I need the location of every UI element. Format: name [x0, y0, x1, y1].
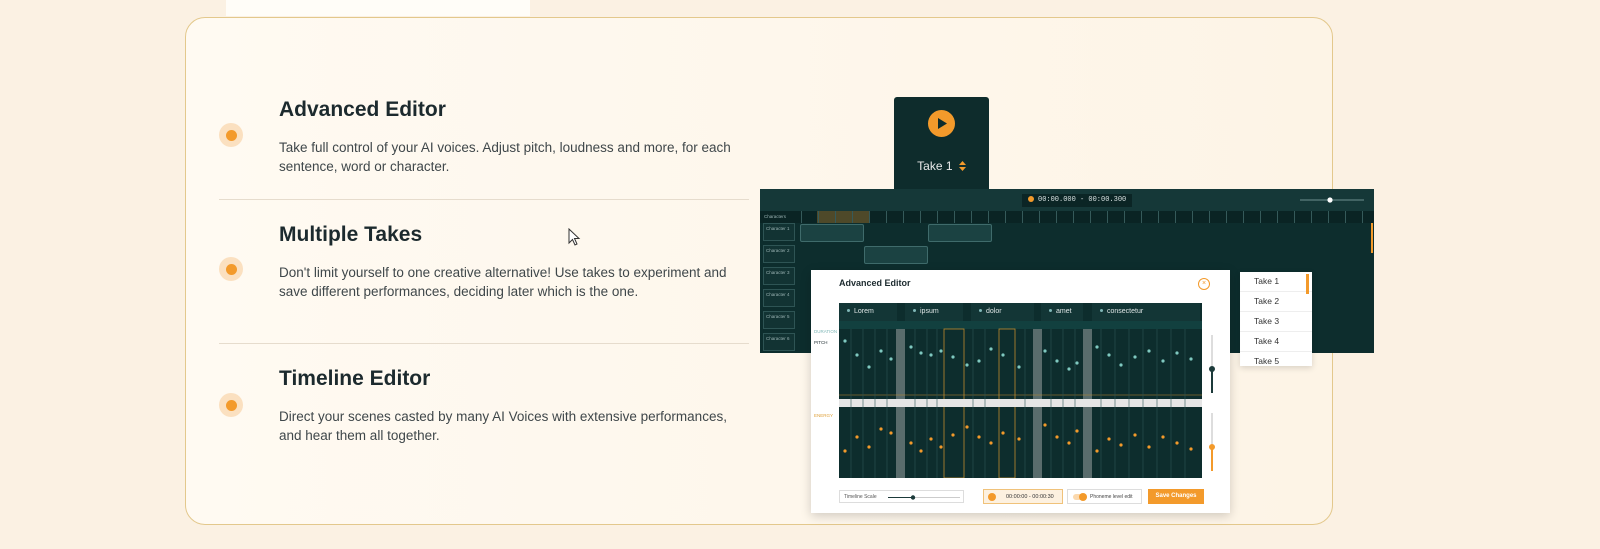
zoom-slider[interactable] — [1300, 195, 1364, 205]
editor-footer: Timeline Scale 00:00:00 - 00:00:30 Phone… — [811, 478, 1230, 513]
take-option[interactable]: Take 3 — [1240, 312, 1312, 332]
feature-title: Advanced Editor — [279, 98, 446, 121]
feature-description: Take full control of your AI voices. Adj… — [279, 140, 731, 174]
take-option[interactable]: Take 2 — [1240, 292, 1312, 312]
phoneme-editor: Lorem ipsum dolor amet consectetur — [839, 303, 1202, 478]
close-button[interactable]: × — [1198, 278, 1210, 290]
bullet-dot-icon — [219, 393, 243, 417]
pitch-slider[interactable] — [1208, 335, 1216, 393]
word-chip[interactable]: Lorem — [839, 303, 897, 321]
timeline-scrollbar[interactable] — [1371, 223, 1373, 253]
word-chip[interactable]: dolor — [971, 303, 1034, 321]
word-chip[interactable]: amet — [1041, 303, 1083, 321]
timeline-time-range: 00:00.000 - 00:00.300 — [1022, 194, 1133, 207]
take-panel: Take 1 — [894, 97, 989, 189]
take-option[interactable]: Take 5 — [1240, 352, 1312, 371]
divider — [219, 343, 749, 344]
take-option[interactable]: Take 1 — [1240, 272, 1312, 292]
modal-title: Advanced Editor — [839, 278, 911, 288]
timeline-toolbar: 00:00.000 - 00:00.300 — [760, 189, 1374, 211]
play-icon — [937, 118, 947, 129]
time-range-box[interactable]: 00:00:00 - 00:00:30 — [983, 489, 1063, 504]
phoneme-level-toggle[interactable]: Phoneme level edit — [1067, 489, 1142, 504]
dropdown-scrollbar[interactable] — [1306, 274, 1309, 294]
character-row[interactable]: Character 2 — [763, 245, 795, 263]
take-option[interactable]: Take 4 — [1240, 332, 1312, 352]
energy-label: ENERGY — [814, 413, 834, 418]
feature-advanced-editor[interactable]: Advanced Editor Take full control of you… — [219, 98, 749, 178]
pitch-label: PITCH — [814, 340, 828, 345]
feature-title: Timeline Editor — [279, 367, 431, 390]
takes-dropdown: Take 1 Take 2 Take 3 Take 4 Take 5 — [1240, 272, 1312, 366]
character-row[interactable]: Character 6 — [763, 333, 795, 351]
feature-description: Don't limit yourself to one creative alt… — [279, 265, 727, 299]
divider — [219, 199, 749, 200]
audio-clip[interactable] — [928, 224, 992, 242]
mouse-cursor-icon — [568, 228, 581, 246]
audio-clip[interactable] — [864, 246, 928, 264]
character-row[interactable]: Character 3 — [763, 267, 795, 285]
word-chip[interactable]: consectetur — [1092, 303, 1200, 321]
feature-description: Direct your scenes casted by many AI Voi… — [279, 409, 727, 443]
energy-slider[interactable] — [1208, 413, 1216, 471]
feature-timeline-editor[interactable]: Timeline Editor Direct your scenes caste… — [219, 367, 749, 447]
take-selector[interactable]: Take 1 — [894, 159, 989, 173]
feature-multiple-takes[interactable]: Multiple Takes Don't limit yourself to o… — [219, 223, 749, 323]
sort-arrows-icon — [958, 161, 966, 171]
toggle-switch-icon — [1073, 493, 1087, 501]
timeline-ruler: Characters — [760, 211, 1374, 223]
advanced-editor-modal: Advanced Editor × DURATION PITCH ENERGY … — [811, 270, 1230, 513]
play-button[interactable] — [928, 110, 955, 137]
character-row[interactable]: Character 4 — [763, 289, 795, 307]
timeline-scale-control[interactable]: Timeline Scale — [839, 490, 964, 503]
scale-slider[interactable] — [888, 495, 960, 500]
word-chip[interactable]: ipsum — [905, 303, 963, 321]
record-dot-icon — [988, 493, 996, 501]
record-dot-icon — [1028, 196, 1034, 202]
duration-label: DURATION — [814, 329, 838, 334]
feature-title: Multiple Takes — [279, 223, 423, 246]
bullet-dot-icon — [219, 123, 243, 147]
top-tab-strip — [226, 0, 530, 16]
character-row[interactable]: Character 5 — [763, 311, 795, 329]
take-label: Take 1 — [917, 159, 953, 173]
audio-clip[interactable] — [800, 224, 864, 242]
pitch-energy-graph[interactable] — [839, 321, 1202, 478]
ruler-label: Characters — [764, 214, 787, 219]
save-changes-button[interactable]: Save Changes — [1148, 489, 1204, 504]
character-row[interactable]: Character 1 — [763, 223, 795, 241]
bullet-dot-icon — [219, 257, 243, 281]
ruler-ticks — [801, 211, 1371, 223]
